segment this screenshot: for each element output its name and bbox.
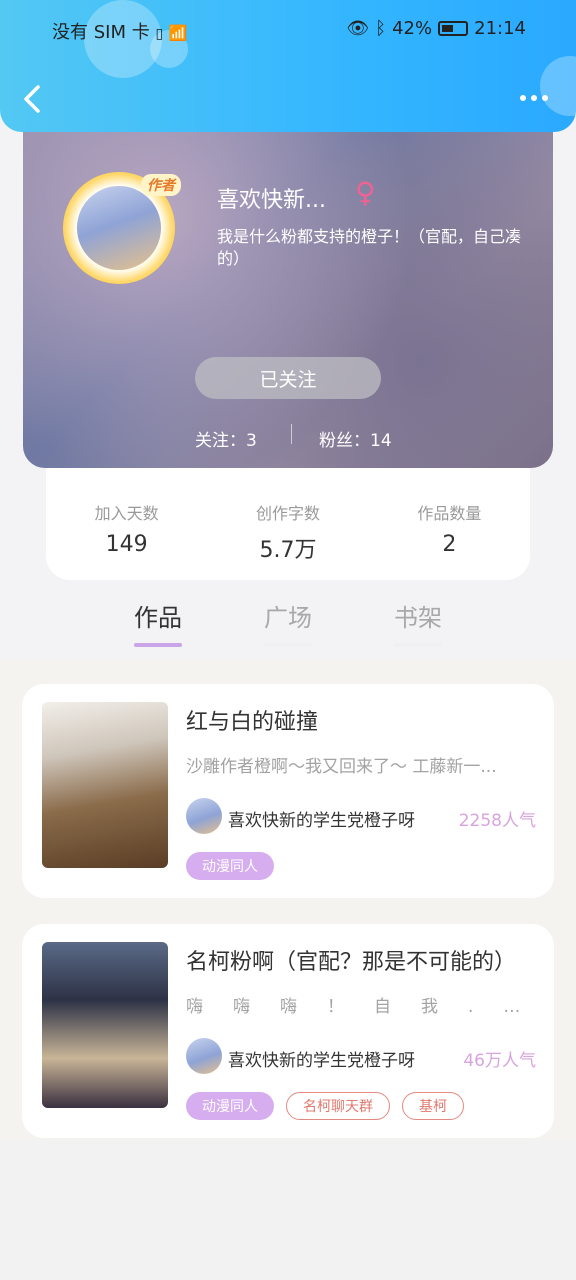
- stat-works-count: 作品数量 2: [369, 460, 530, 580]
- tag-anime-fanfic[interactable]: 动漫同人: [186, 1092, 274, 1120]
- profile-bio: 我是什么粉都支持的橙子！（官配，自己凑的）: [217, 227, 522, 268]
- work-author-row: 喜欢快新的学生党橙子呀 2258人气: [186, 798, 536, 836]
- work-card[interactable]: 名柯粉啊（官配？那是不可能的） 嗨嗨嗨！自我... 喜欢快新的学生党橙子呀 46…: [22, 924, 554, 1138]
- stats-panel: 加入天数 149 创作字数 5.7万 作品数量 2: [46, 460, 530, 580]
- stat-value: 2: [442, 532, 457, 557]
- works-list: 红与白的碰撞 沙雕作者橙啊～我又回来了～ 工藤新一... 喜欢快新的学生党橙子呀…: [0, 660, 576, 1140]
- tab-indicator: [394, 643, 442, 647]
- battery-icon: [438, 21, 469, 36]
- tab-label: 广场: [264, 604, 312, 632]
- tab-bar: 作品 广场 书架: [0, 590, 576, 660]
- sim-icon: ▯: [155, 26, 164, 42]
- decor-bubble: [540, 56, 576, 116]
- avatar: [77, 186, 161, 270]
- top-header: 没有 SIM 卡 ▯ 📶 👁 ᛒ 42% 21:14: [0, 0, 576, 132]
- tag-anime-fanfic[interactable]: 动漫同人: [186, 852, 274, 880]
- followers-count[interactable]: 粉丝：14: [319, 426, 392, 451]
- tab-bookshelf[interactable]: 书架: [378, 598, 458, 647]
- work-card[interactable]: 红与白的碰撞 沙雕作者橙啊～我又回来了～ 工藤新一... 喜欢快新的学生党橙子呀…: [22, 684, 554, 898]
- work-tags: 动漫同人: [186, 852, 274, 880]
- chevron-left-icon: [24, 85, 40, 113]
- more-dot-icon: [542, 95, 548, 101]
- work-description: 嗨嗨嗨！自我...: [186, 997, 522, 1017]
- tag-ship[interactable]: 基柯: [402, 1092, 464, 1120]
- battery-percent: 42%: [392, 18, 433, 39]
- more-dot-icon: [531, 95, 537, 101]
- stat-value: 149: [105, 532, 148, 557]
- avatar-frame[interactable]: 作者: [63, 172, 181, 284]
- divider: [291, 424, 292, 444]
- username: 喜欢快新...: [217, 188, 326, 213]
- work-title[interactable]: 名柯粉啊（官配？那是不可能的）: [186, 944, 516, 976]
- tab-indicator: [264, 643, 312, 647]
- status-bar: 没有 SIM 卡 ▯ 📶 👁 ᛒ 42% 21:14: [0, 14, 576, 44]
- popularity-count: 46万人气: [463, 1051, 536, 1071]
- stat-join-days: 加入天数 149: [46, 460, 207, 580]
- author-avatar[interactable]: [186, 798, 222, 834]
- wifi-icon: 📶: [168, 24, 188, 42]
- more-options-button[interactable]: [520, 90, 554, 106]
- followed-button[interactable]: 已关注: [195, 357, 381, 399]
- work-cover-image[interactable]: [42, 942, 168, 1108]
- clock: 21:14: [474, 18, 526, 39]
- tab-works[interactable]: 作品: [118, 598, 198, 647]
- female-gender-icon: ♀: [355, 176, 376, 209]
- bluetooth-icon: ᛒ: [375, 18, 387, 39]
- profile-card: 作者 喜欢快新... ♀ 我是什么粉都支持的橙子！（官配，自己凑的） 已关注 关…: [23, 110, 553, 468]
- tab-label: 书架: [394, 604, 442, 632]
- eye-icon: 👁: [346, 18, 370, 39]
- stat-word-count: 创作字数 5.7万: [207, 460, 368, 580]
- stat-label: 加入天数: [94, 504, 159, 523]
- stat-label: 作品数量: [417, 504, 482, 523]
- stat-value: 5.7万: [259, 538, 317, 563]
- work-tags: 动漫同人 名柯聊天群 基柯: [186, 1092, 464, 1120]
- work-description: 沙雕作者橙啊～我又回来了～ 工藤新一...: [186, 757, 497, 777]
- tab-label: 作品: [134, 604, 182, 632]
- status-right: 👁 ᛒ 42% 21:14: [346, 18, 526, 39]
- bottom-empty-area: [0, 1140, 576, 1280]
- stat-label: 创作字数: [255, 504, 320, 523]
- tab-indicator: [134, 643, 182, 647]
- popularity-count: 2258人气: [458, 811, 536, 831]
- author-name[interactable]: 喜欢快新的学生党橙子呀: [228, 1046, 415, 1071]
- author-avatar[interactable]: [186, 1038, 222, 1074]
- following-count[interactable]: 关注：3: [195, 426, 257, 451]
- more-dot-icon: [520, 95, 526, 101]
- work-title[interactable]: 红与白的碰撞: [186, 704, 318, 736]
- author-badge: 作者: [141, 174, 181, 196]
- back-button[interactable]: [20, 84, 46, 114]
- tag-conan-chat[interactable]: 名柯聊天群: [286, 1092, 390, 1120]
- follow-counts: 关注：3 粉丝：14: [195, 424, 445, 451]
- work-author-row: 喜欢快新的学生党橙子呀 46万人气: [186, 1038, 536, 1076]
- work-cover-image[interactable]: [42, 702, 168, 868]
- tab-square[interactable]: 广场: [248, 598, 328, 647]
- carrier-label: 没有 SIM 卡: [52, 22, 150, 43]
- carrier-text: 没有 SIM 卡 ▯ 📶: [52, 18, 188, 44]
- author-name[interactable]: 喜欢快新的学生党橙子呀: [228, 806, 415, 831]
